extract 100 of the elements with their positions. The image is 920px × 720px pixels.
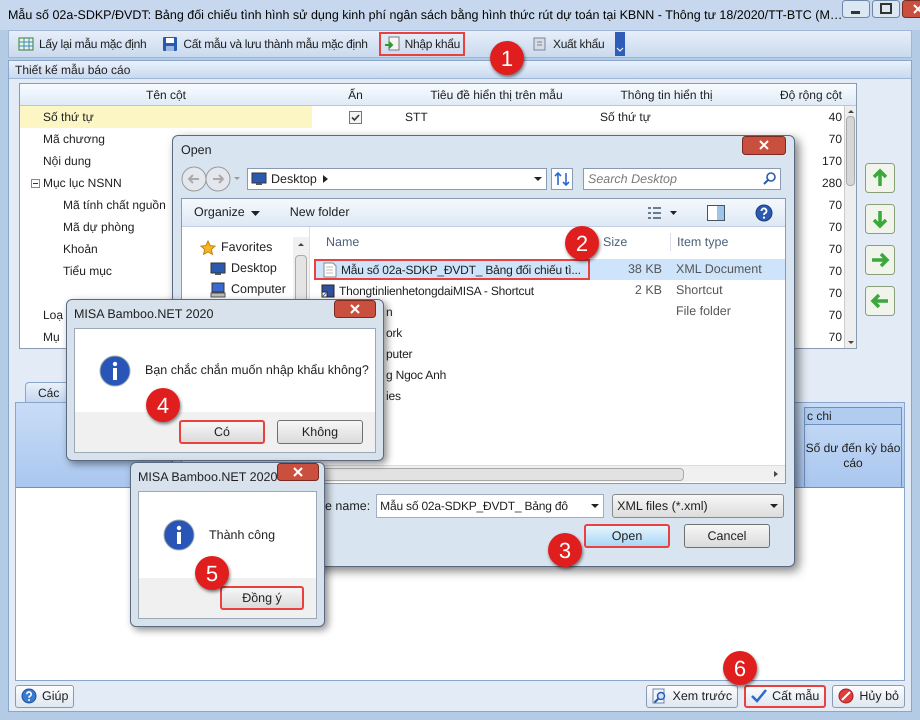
file-name: ork	[386, 324, 402, 342]
table-cell-text: 70	[828, 285, 842, 302]
shortcut-icon	[320, 282, 336, 298]
table-cell-text: 70	[828, 307, 842, 324]
column-header[interactable]: Thông tin hiển thị	[594, 84, 739, 105]
file-type: Shortcut	[676, 283, 723, 298]
footer-button[interactable]: Hủy bỏ	[832, 684, 905, 708]
table-cell-text: 70	[828, 241, 842, 258]
column-header[interactable]: Tiêu đề hiển thị trên mẫu	[399, 84, 594, 105]
column-header[interactable]: Tên cột	[20, 84, 312, 105]
column-header[interactable]: Độ rộng cột	[739, 84, 844, 105]
dialog-button[interactable]: Đồng ý	[220, 586, 304, 610]
breadcrumb-arrow-icon	[320, 174, 329, 184]
checkbox-checked[interactable]	[349, 110, 362, 124]
column-header[interactable]: Name	[326, 234, 360, 249]
toolbar-button[interactable]: Nhập khẩu	[378, 32, 465, 56]
search-field[interactable]: Search Desktop	[583, 168, 781, 190]
file-name: Mẫu số 02a-SDKP_ĐVDT_ Bảng đối chiếu tì...	[341, 262, 581, 278]
table-cell-text: 40	[828, 109, 842, 126]
monitor-icon	[251, 171, 267, 187]
preview-pane-icon	[707, 204, 725, 220]
toolbar-button[interactable]: Lấy lại mẫu mặc định	[13, 32, 152, 56]
arrow-down-icon[interactable]	[865, 204, 895, 234]
dropdown-arrow-icon	[533, 174, 543, 184]
computer-icon	[210, 282, 226, 298]
file-name: puter	[386, 346, 412, 362]
footer-button[interactable]: Giúp	[15, 684, 74, 708]
table-cell-text: Mã tính chất nguồn	[63, 197, 166, 214]
toolbar-button[interactable]: Cất mẫu và lưu thành mẫu mặc định	[157, 32, 373, 56]
column-header[interactable]: Item type	[677, 234, 728, 249]
check-icon	[751, 688, 768, 704]
table-cell-text: STT	[405, 109, 428, 126]
arrow-up-icon[interactable]	[865, 163, 895, 193]
cancel-icon	[838, 688, 854, 704]
preview-icon	[652, 688, 668, 704]
dialog-title: MISA Bamboo.NET 2020	[74, 306, 214, 323]
file-size: 2 KB	[634, 282, 662, 300]
table-cell-text: Số thứ tự	[43, 109, 94, 126]
dialog-button[interactable]: Không	[277, 420, 363, 444]
nav-item[interactable]: Computer	[182, 279, 293, 300]
table-cell-text: Số thứ tự	[600, 109, 651, 126]
file-row[interactable]: ThongtinlienhetongdaiMISA - Shortcut 2 KB Shortcut	[314, 280, 785, 301]
close-icon[interactable]	[334, 300, 376, 318]
arrow-left-icon[interactable]	[865, 286, 895, 316]
footer-button[interactable]: Cất mẫu	[744, 684, 826, 708]
dialog-button[interactable]: Cancel	[684, 524, 770, 548]
table-cell-text: Nội dung	[43, 153, 92, 170]
footer-button[interactable]: Xem trước	[646, 684, 738, 708]
close-icon[interactable]	[277, 463, 320, 481]
table-cell-text: Loạ	[43, 307, 64, 324]
window-title: Mẫu số 02a-SDKP/ĐVDT: Bảng đối chiếu tình hình sử dụng kinh phí ngân sách bằng hình thức rút dự toán tại KBNN - Thông tư 18/2020/TT-BTC (M…	[8, 6, 842, 24]
grid-icon	[18, 36, 34, 52]
table-cell-text: Mụ	[43, 329, 60, 346]
file-name-field[interactable]: Mẫu số 02a-SDKP_ĐVDT_ Bảng đô	[376, 494, 604, 518]
dialog-message: Thành công	[209, 526, 276, 544]
scroll-thumb[interactable]	[846, 116, 855, 186]
dropdown-arrow-icon	[250, 208, 260, 216]
table-cell-text: Mã chương	[43, 131, 105, 148]
file-type-dropdown[interactable]: XML files (*.xml)	[612, 494, 784, 518]
table-cell-text: 70	[828, 329, 842, 346]
column-header: c chi	[804, 407, 902, 425]
column-header[interactable]: Size	[603, 234, 628, 249]
dropdown-arrow-icon	[590, 501, 600, 511]
arrow-right-icon[interactable]	[865, 245, 895, 275]
column-header: Số dư đến kỳ báo cáo	[804, 425, 902, 487]
table-cell-text: 70	[828, 131, 842, 148]
overflow-chevron-icon	[615, 32, 626, 56]
nav-item[interactable]: Favorites	[182, 237, 293, 258]
table-cell-text: Mã dự phòng	[63, 219, 134, 236]
toolbar-button[interactable]: Xuất khẩu	[526, 32, 610, 56]
table-cell-text: 70	[828, 219, 842, 236]
help-icon	[21, 688, 37, 704]
table-cell-text: 70	[828, 197, 842, 214]
command-button[interactable]: New folder	[290, 203, 350, 222]
breadcrumb-item[interactable]: Desktop	[271, 170, 317, 188]
file-type: File folder	[676, 304, 731, 318]
back-forward-icon	[181, 166, 243, 192]
file-name: ThongtinlienhetongdaiMISA - Shortcut	[339, 282, 534, 300]
address-bar[interactable]: Desktop	[247, 168, 547, 190]
monitor-icon	[210, 260, 226, 276]
nav-item[interactable]: Desktop	[182, 258, 293, 279]
dropdown-arrow-icon	[769, 501, 780, 511]
collapse-icon[interactable]	[31, 178, 40, 188]
file-size: 38 KB	[628, 261, 662, 278]
refresh-icon[interactable]	[551, 168, 573, 190]
column-header[interactable]: Ẩn	[312, 84, 399, 105]
close-icon[interactable]	[742, 136, 786, 155]
table-cell-text: 70	[828, 263, 842, 280]
dialog-message: Bạn chắc chắn muốn nhập khẩu không?	[145, 362, 369, 380]
info-icon	[99, 354, 131, 386]
dialog-button[interactable]: Open	[584, 524, 670, 548]
info-icon	[163, 519, 195, 551]
file-type: XML Document	[676, 262, 762, 276]
file-row[interactable]: Mẫu số 02a-SDKP_ĐVDT_ Bảng đối chiếu tì... 38 KB XML Document	[314, 259, 785, 280]
dialog-button[interactable]: Có	[179, 420, 265, 444]
command-button[interactable]: Organize	[194, 203, 260, 222]
field-label: e name:	[325, 498, 370, 515]
document-icon	[322, 262, 338, 278]
floppy-icon	[162, 36, 178, 52]
scrollbar[interactable]	[844, 106, 856, 348]
